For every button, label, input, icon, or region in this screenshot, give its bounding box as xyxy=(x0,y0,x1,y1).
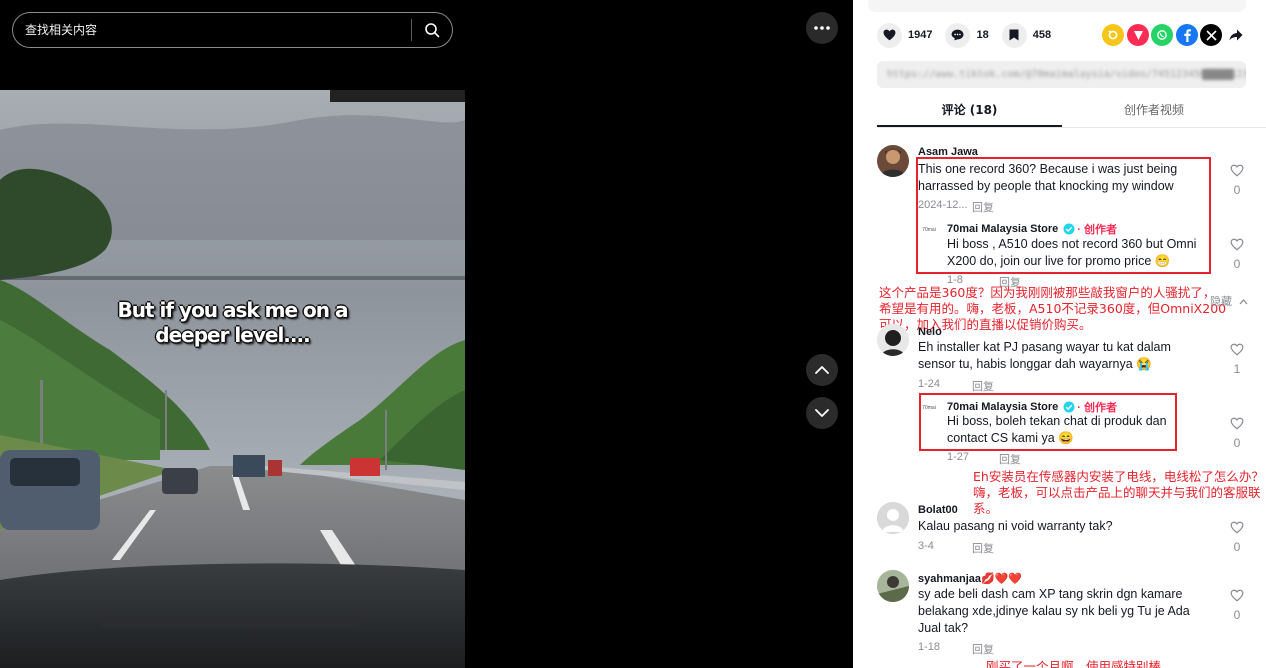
comment-text: sy ade beli dash cam XP tang skrin dgn k… xyxy=(918,587,1190,635)
video-player[interactable]: But if you ask me on a deeper level.... xyxy=(0,90,465,668)
heart-outline-icon xyxy=(1230,589,1244,602)
avatar[interactable] xyxy=(877,324,909,356)
collapse-label: 隐藏 xyxy=(1210,296,1232,308)
comment-date: 1-24 xyxy=(918,378,941,390)
chevron-down-icon xyxy=(815,409,829,417)
heart-outline-icon xyxy=(1230,238,1244,251)
next-video-button[interactable] xyxy=(806,397,838,429)
tab-comments[interactable]: 评论 (18) xyxy=(877,94,1062,127)
reply-button[interactable]: 回复 xyxy=(972,378,994,394)
like-count: 1 xyxy=(1233,362,1241,376)
tab-creator-videos[interactable]: 创作者视频 xyxy=(1062,94,1246,127)
video-caption: But if you ask me on a deeper level.... xyxy=(0,298,465,348)
chevron-up-icon xyxy=(815,366,829,374)
collapse-replies-button[interactable]: 隐藏 xyxy=(1210,293,1248,309)
annotation-translation: Eh安装员在传感器内安装了电线，电线松了怎么办？嗨，老板，可以点击产品上的聊天并… xyxy=(973,469,1264,516)
comment-text: Kalau pasang ni void warranty tak? xyxy=(918,519,1113,533)
like-count: 0 xyxy=(1233,183,1241,197)
previous-video-button[interactable] xyxy=(806,354,838,386)
heart-icon xyxy=(877,22,902,48)
comments-panel: 1947 18 458 https://www.tiktok.com/@70ma… xyxy=(853,0,1266,668)
comment-like-button[interactable]: 0 xyxy=(1227,164,1247,197)
comment-like-button[interactable]: 0 xyxy=(1227,521,1247,554)
comment-like-button[interactable]: 1 xyxy=(1227,343,1247,376)
heart-outline-icon xyxy=(1230,343,1244,356)
chevron-up-icon xyxy=(1239,299,1248,305)
caption-line-2: deeper level.... xyxy=(155,323,310,347)
search-bar xyxy=(12,12,453,48)
comment-action[interactable]: 18 xyxy=(945,22,989,48)
search-input[interactable] xyxy=(13,23,411,37)
caption-line-1: But if you ask me on a xyxy=(117,298,349,322)
video-frame-image xyxy=(0,90,465,668)
comment-like-button[interactable]: 0 xyxy=(1227,589,1247,622)
heart-outline-icon xyxy=(1230,417,1244,430)
whatsapp-icon[interactable] xyxy=(1151,24,1173,46)
annotation-box xyxy=(916,157,1211,274)
save-count: 458 xyxy=(1032,29,1052,41)
like-count: 0 xyxy=(1233,540,1241,554)
like-count: 1947 xyxy=(908,29,933,41)
comment-count: 18 xyxy=(976,29,989,41)
avatar[interactable] xyxy=(877,145,909,177)
comment-username[interactable]: Bolat00 xyxy=(918,504,958,516)
like-count: 0 xyxy=(1233,608,1241,622)
reply-like-button[interactable]: 0 xyxy=(1227,238,1247,271)
video-link-text: https://www.tiktok.com/@70maimalaysia/vi… xyxy=(887,69,1246,80)
reply-button[interactable]: 回复 xyxy=(999,451,1021,467)
forward-icon[interactable] xyxy=(1225,24,1247,46)
reply-button[interactable]: 回复 xyxy=(972,641,994,657)
like-action[interactable]: 1947 xyxy=(877,22,933,48)
like-count: 0 xyxy=(1233,436,1241,450)
video-area: But if you ask me on a deeper level.... xyxy=(0,0,853,668)
comment-icon xyxy=(945,22,971,48)
comment-username[interactable]: Nelo xyxy=(918,326,942,338)
reply-button[interactable]: 回复 xyxy=(972,540,994,556)
comment-username[interactable]: syahmanjaa💋❤️❤️ xyxy=(918,572,1022,585)
like-count: 0 xyxy=(1233,257,1241,271)
heart-outline-icon xyxy=(1230,521,1244,534)
x-icon[interactable] xyxy=(1200,24,1222,46)
copy-link-button[interactable] xyxy=(1202,69,1234,80)
heart-outline-icon xyxy=(1230,164,1244,177)
annotation-translation: 刚买了一个月啊，使用感特别棒 xyxy=(986,659,1162,668)
annotation-box xyxy=(919,393,1177,451)
action-bar: 1947 18 458 xyxy=(877,22,1064,48)
reply-like-button[interactable]: 0 xyxy=(1227,417,1247,450)
save-action[interactable]: 458 xyxy=(1001,22,1052,48)
avatar[interactable] xyxy=(877,570,909,602)
search-icon[interactable] xyxy=(412,12,452,48)
video-link-box[interactable]: https://www.tiktok.com/@70maimalaysia/vi… xyxy=(877,61,1246,88)
send-icon[interactable] xyxy=(1127,24,1149,46)
facebook-icon[interactable] xyxy=(1176,24,1198,46)
more-options-button[interactable] xyxy=(806,12,838,44)
tab-bar: 评论 (18) 创作者视频 xyxy=(877,94,1266,128)
friends-share-icon[interactable] xyxy=(1102,24,1124,46)
comment-date: 3-4 xyxy=(918,540,934,552)
panel-top-strip xyxy=(868,0,1246,12)
comment-date: 1-18 xyxy=(918,641,941,653)
reply-date: 1-27 xyxy=(947,451,970,463)
bookmark-icon xyxy=(1001,22,1027,48)
comment-text: Eh installer kat PJ pasang wayar tu kat … xyxy=(918,340,1171,371)
more-horizontal-icon xyxy=(814,26,830,30)
avatar[interactable] xyxy=(877,502,909,534)
